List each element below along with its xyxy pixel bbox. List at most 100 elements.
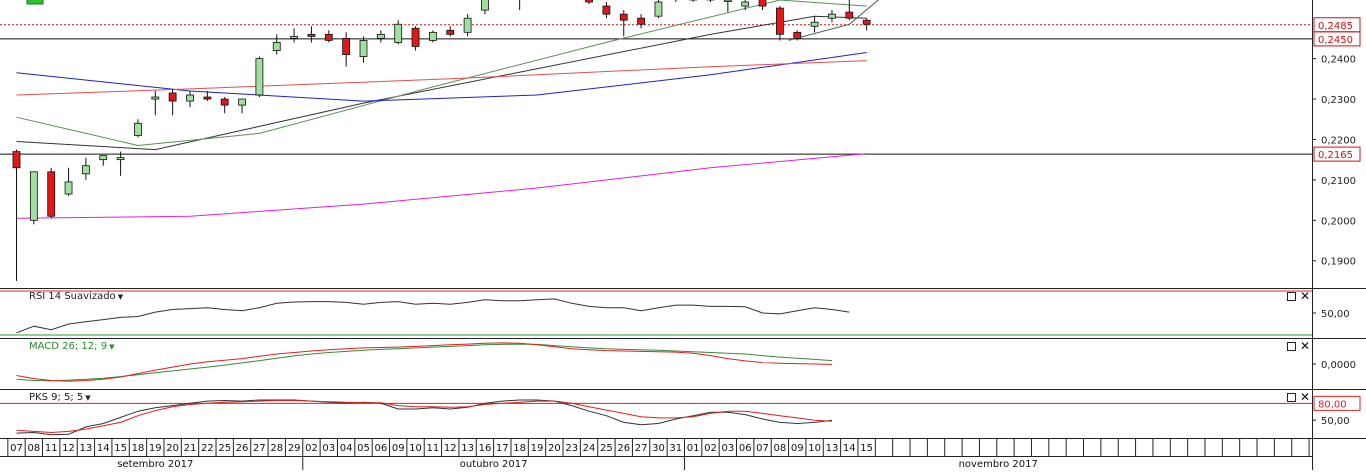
candle	[411, 27, 420, 47]
macd-title[interactable]: MACD 26; 12; 9 ▼	[29, 341, 114, 352]
price-level-label: 0,2165	[1318, 150, 1353, 161]
macd-close-icon[interactable]: ✕	[1300, 340, 1310, 352]
macd-title-label: MACD 26; 12; 9	[29, 341, 108, 352]
macd-series-1	[16, 342, 833, 382]
pks-title-label: PKS 9; 5; 5	[29, 392, 84, 403]
date-label: 15	[114, 443, 127, 454]
pks-maximize-icon[interactable]	[1287, 393, 1296, 402]
chevron-down-icon[interactable]: ▼	[118, 293, 123, 301]
y-tick-label: 0,2000	[1321, 216, 1356, 227]
date-label: 26	[236, 443, 249, 454]
candle	[29, 171, 38, 221]
date-label: 07	[756, 443, 769, 454]
date-label: 01	[687, 443, 700, 454]
chevron-down-icon[interactable]: ▼	[109, 343, 114, 351]
date-label: 23	[565, 443, 578, 454]
status-badge	[26, 0, 44, 5]
date-label: 08	[27, 443, 40, 454]
price-level-label: 0,2450	[1318, 35, 1353, 46]
date-label: 13	[461, 443, 474, 454]
candle	[203, 96, 212, 100]
mm-long-red-line	[16, 60, 867, 96]
candle	[741, 1, 750, 7]
date-label: 19	[149, 443, 162, 454]
candle	[12, 151, 21, 169]
candle	[47, 171, 56, 217]
rsi-maximize-icon[interactable]	[1287, 292, 1296, 301]
candle	[255, 58, 264, 96]
pks-tick-label: 50,00	[1321, 416, 1350, 427]
candle	[776, 7, 784, 35]
date-label: 04	[340, 443, 353, 454]
candle	[116, 157, 125, 161]
y-tick-label: 0,2200	[1321, 135, 1356, 146]
candle	[186, 94, 194, 102]
candle	[446, 29, 455, 35]
mm-short-line	[16, 15, 867, 151]
candle	[585, 0, 593, 3]
date-label: 18	[132, 443, 145, 454]
y-tick-label: 0,2300	[1321, 95, 1356, 106]
date-label: 10	[409, 443, 422, 454]
candle	[828, 13, 836, 19]
candle	[82, 165, 90, 175]
candle	[463, 17, 472, 33]
candle	[394, 23, 403, 43]
candle	[151, 96, 160, 100]
date-label: 03	[721, 443, 734, 454]
candle	[290, 35, 299, 39]
month-label: novembro 2017	[959, 459, 1038, 470]
pks-level-label: 80,00	[1318, 399, 1347, 410]
date-label: 09	[392, 443, 405, 454]
chart-svg[interactable]: 0,2400 0,2300 0,2200 0,2100 0,2000 0,1900 0,24…	[0, 0, 1366, 470]
candle	[637, 17, 645, 25]
date-label: 13	[80, 443, 93, 454]
candle	[220, 98, 229, 106]
y-tick-label: 0,2400	[1321, 55, 1356, 66]
rsi-title[interactable]: RSI 14 Suavizado ▼	[29, 291, 123, 302]
date-label: 16	[479, 443, 492, 454]
rsi-close-icon[interactable]: ✕	[1300, 290, 1310, 302]
date-label: 06	[739, 443, 752, 454]
macd-maximize-icon[interactable]	[1287, 342, 1296, 351]
chevron-down-icon[interactable]: ▼	[85, 394, 90, 402]
date-label: 06	[374, 443, 387, 454]
date-label: 14	[843, 443, 856, 454]
pks-title[interactable]: PKS 9; 5; 5 ▼	[29, 392, 91, 403]
candle	[342, 38, 351, 55]
date-label: 21	[184, 443, 197, 454]
macd-tick-label: 0,0000	[1321, 360, 1356, 371]
date-label: 03	[322, 443, 335, 454]
month-label: outubro 2017	[460, 459, 528, 470]
chart-workspace[interactable]: 0,2400 0,2300 0,2200 0,2100 0,2000 0,1900 0,24…	[0, 0, 1366, 470]
pks-series-1	[16, 400, 833, 434]
candle	[307, 33, 316, 37]
mm-medium-line	[16, 0, 867, 147]
rsi-tick-label: 50,00	[1321, 309, 1350, 320]
date-label: 18	[513, 443, 526, 454]
date-label: 20	[166, 443, 179, 454]
date-label: 28	[270, 443, 283, 454]
candle	[64, 181, 73, 195]
date-label: 29	[288, 443, 301, 454]
date-label: 14	[97, 443, 110, 454]
date-label: 08	[774, 443, 787, 454]
candle	[168, 92, 177, 102]
date-label: 26	[617, 443, 630, 454]
date-label: 12	[444, 443, 457, 454]
mm-long-blue-line	[16, 52, 867, 102]
rsi-title-label: RSI 14 Suavizado	[29, 291, 116, 302]
date-label: 15	[860, 443, 873, 454]
date-label: 07	[10, 443, 23, 454]
trendline-line	[788, 0, 880, 41]
date-label: 02	[305, 443, 318, 454]
candle	[758, 0, 767, 7]
month-label: setembro 2017	[117, 459, 193, 470]
y-tick-label: 0,1900	[1321, 257, 1356, 268]
date-label: 13	[826, 443, 839, 454]
date-label: 27	[635, 443, 648, 454]
pks-close-icon[interactable]: ✕	[1300, 391, 1310, 403]
candle	[602, 5, 611, 15]
date-label: 30	[652, 443, 665, 454]
candle	[324, 33, 333, 41]
